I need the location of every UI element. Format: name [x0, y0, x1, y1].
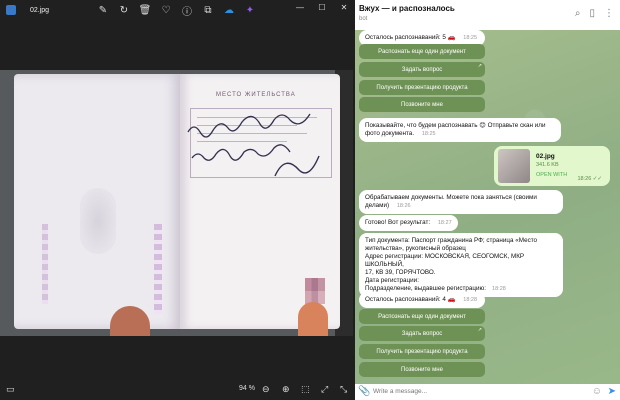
message-time: 18:28	[463, 297, 478, 303]
hologram-strip	[42, 224, 48, 304]
crop-icon[interactable]: ⧉	[201, 3, 215, 17]
message-text: Осталось распознаваний: 4	[365, 296, 446, 303]
viewer-file-name: 02.jpg	[30, 6, 50, 14]
send-icon[interactable]: ➤	[608, 386, 616, 397]
bot-button-presentation[interactable]: Получить презентацию продукта	[359, 80, 485, 95]
message-text: Готово! Вот результат:	[365, 219, 431, 226]
cloud-icon[interactable]: ☁	[222, 3, 236, 17]
bot-button-call-me[interactable]: Позвоните мне	[359, 97, 485, 112]
delete-icon[interactable]: 🗑	[138, 3, 152, 17]
message-text: Обрабатываем документы. Можете пока заня…	[365, 194, 537, 209]
chat-header-actions: ⌕ ▯ ⋮	[575, 8, 614, 19]
result-line: Подразделение, выдавшее регистрацию:	[365, 285, 487, 292]
result-line: Адрес регистрации: МОСКОВСКАЯ, СЕОГОМСК,…	[365, 253, 525, 268]
chat-header[interactable]: Вжух — и распозналось bot ⌕ ▯ ⋮	[355, 0, 620, 30]
gallery-icon[interactable]: ▭	[6, 384, 15, 395]
message-time: 18:26 ✓✓	[577, 176, 602, 182]
message-time: 18:25	[421, 131, 436, 137]
rotate-icon[interactable]: ↻	[117, 3, 131, 17]
file-thumbnail[interactable]	[498, 149, 530, 183]
message-time: 18:25	[463, 35, 478, 41]
message-remaining-bottom: Осталось распознаваний: 4 🚗 18:28	[359, 292, 485, 308]
search-icon[interactable]: ⌕	[575, 8, 581, 19]
window-controls: — ☐ ✕	[289, 0, 355, 14]
file-size: 341.6 KB	[536, 162, 559, 168]
message-time: 18:26	[396, 203, 411, 209]
fullscreen-icon[interactable]: ⤢	[321, 384, 328, 395]
fit-screen-icon[interactable]: ⬚	[301, 384, 310, 395]
finger	[298, 302, 328, 336]
viewer-bottom-bar: ▭ 94 % ⊖ ⊕ ⬚ ⤢ ⤡	[0, 380, 355, 400]
more-icon[interactable]: ⋮	[604, 8, 614, 19]
info-icon[interactable]: ⓘ	[180, 3, 194, 18]
chat-subtitle: bot	[359, 16, 368, 22]
sidebar-icon[interactable]: ▯	[589, 8, 595, 19]
result-line: Тип документа: Паспорт гражданина РФ; ст…	[365, 237, 538, 244]
zoom-in-icon[interactable]: ⊕	[282, 384, 290, 395]
file-name: 02.jpg	[536, 153, 555, 160]
hologram-strip	[154, 224, 162, 314]
link-arrow-icon: ↗	[477, 63, 482, 69]
message-time: 18:27	[437, 220, 452, 226]
bot-button-recognize[interactable]: Распознать еще один документ	[359, 309, 485, 324]
handwriting-scribble	[187, 113, 320, 177]
attach-icon[interactable]: 📎	[358, 386, 370, 397]
edit-icon[interactable]: ✎	[96, 3, 110, 17]
photo-app-icon	[6, 5, 16, 15]
maximize-icon[interactable]: ☐	[311, 0, 333, 14]
effects-icon[interactable]: ✦	[243, 3, 257, 17]
passport-photo: МЕСТО ЖИТЕЛЬСТВА	[0, 70, 353, 336]
bot-button-question[interactable]: Задать вопрос ↗	[359, 62, 485, 77]
message-result: Тип документа: Паспорт гражданина РФ; ст…	[359, 233, 563, 297]
message-text: Показывайте, что будем распознавать 😊 От…	[365, 122, 546, 137]
zoom-out-icon[interactable]: ⊖	[262, 384, 270, 395]
emoji-icon[interactable]: ☺	[592, 386, 602, 397]
viewer-toolbar: ✎ ↻ 🗑 ♡ ⓘ ⧉ ☁ ✦	[96, 3, 257, 18]
message-processing: Обрабатываем документы. Можете пока заня…	[359, 190, 563, 214]
bot-button-call-me[interactable]: Позвоните мне	[359, 362, 485, 377]
link-arrow-icon: ↗	[477, 327, 482, 333]
passport-left-page	[14, 74, 182, 329]
viewer-title-bar: 02.jpg ✎ ↻ 🗑 ♡ ⓘ ⧉ ☁ ✦ — ☐ ✕	[0, 0, 355, 20]
message-input[interactable]	[373, 388, 553, 395]
bot-button-question[interactable]: Задать вопрос ↗	[359, 326, 485, 341]
favorite-icon[interactable]: ♡	[159, 3, 173, 17]
message-ready: Готово! Вот результат: 18:27	[359, 215, 458, 231]
bot-button-recognize[interactable]: Распознать еще один документ	[359, 44, 485, 59]
outgoing-file-message[interactable]: 02.jpg 341.6 KB OPEN WITH 18:26 ✓✓	[494, 146, 610, 186]
zoom-level: 94 %	[239, 385, 255, 392]
message-composer: 📎 ☺ ➤	[355, 384, 620, 400]
telegram-chat-window: Вжух — и распозналось bot ⌕ ▯ ⋮ Осталось…	[355, 0, 620, 400]
expand-icon[interactable]: ⤡	[340, 384, 347, 395]
close-icon[interactable]: ✕	[333, 0, 355, 14]
chat-title: Вжух — и распозналось	[359, 4, 455, 13]
message-text: Осталось распознаваний: 5	[365, 34, 446, 41]
result-line: жительства», рукописный образец	[365, 245, 466, 252]
emblem-watermark	[80, 188, 116, 254]
result-line: Дата регистрации:	[365, 277, 419, 284]
bot-button-presentation[interactable]: Получить презентацию продукта	[359, 344, 485, 359]
open-with-link[interactable]: OPEN WITH	[536, 172, 567, 178]
minimize-icon[interactable]: —	[289, 0, 311, 14]
message-time: 18:28	[492, 286, 506, 292]
pixelated-area	[305, 278, 325, 304]
result-line: 17, КВ 39, ГОРЯЧТОВО.	[365, 269, 436, 276]
photo-viewer-window: 02.jpg ✎ ↻ 🗑 ♡ ⓘ ⧉ ☁ ✦ — ☐ ✕ МЕСТО ЖИТЕЛ…	[0, 0, 355, 400]
message-prompt: Показывайте, что будем распознавать 😊 От…	[359, 118, 561, 142]
